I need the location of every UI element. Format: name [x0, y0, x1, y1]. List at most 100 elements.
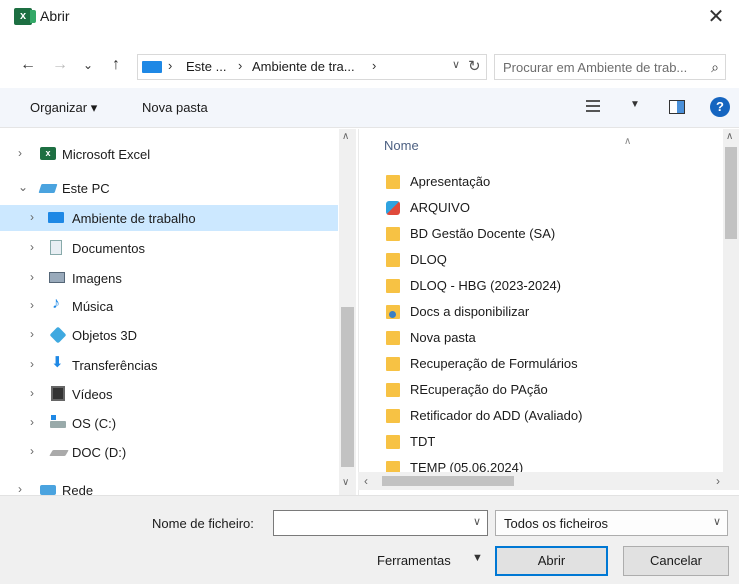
list-item[interactable]: Recuperação de Formulários — [359, 351, 724, 377]
breadcrumb-este-pc[interactable]: Este ... — [186, 59, 226, 74]
scrollbar-thumb[interactable] — [725, 147, 737, 239]
list-item[interactable]: Nova pasta — [359, 325, 724, 351]
address-bar[interactable]: › Este ... › Ambiente de tra... › ∨ ↻ — [137, 54, 487, 80]
chevron-right-icon[interactable]: › — [30, 298, 34, 312]
filename-input[interactable]: ∨ — [273, 510, 488, 536]
chevron-down-icon[interactable]: ∨ — [452, 58, 460, 71]
tree-item-musica[interactable]: › ♪ Música — [0, 293, 338, 319]
new-folder-button[interactable]: Nova pasta — [142, 100, 208, 115]
file-list-horizontal-scrollbar[interactable]: ‹ › — [358, 472, 739, 490]
folder-icon — [386, 435, 400, 449]
scroll-down-icon[interactable]: ∨ — [342, 477, 349, 488]
tree-item-videos[interactable]: › Vídeos — [0, 381, 338, 407]
column-header-label: Nome — [384, 138, 419, 153]
caret-down-icon[interactable]: ▼ — [630, 99, 640, 110]
tree-item-doc-d[interactable]: › DOC (D:) — [0, 439, 338, 465]
help-icon[interactable]: ? — [710, 97, 730, 117]
tree-item-ambiente-de-trabalho[interactable]: › Ambiente de trabalho — [0, 205, 338, 231]
breadcrumb-ambiente[interactable]: Ambiente de tra... — [252, 59, 355, 74]
chevron-right-icon[interactable]: › — [30, 444, 34, 458]
file-list-vertical-scrollbar[interactable]: ∧ — [723, 129, 739, 472]
tools-button[interactable]: Ferramentas — [377, 553, 451, 568]
tree-item-label: Rede — [62, 483, 94, 495]
network-icon — [40, 485, 56, 495]
list-item[interactable]: DLOQ - HBG (2023-2024) — [359, 273, 724, 299]
close-button[interactable]: ✕ — [693, 0, 739, 34]
pc-icon — [142, 61, 162, 73]
list-item[interactable]: Docs a disponibilizar — [359, 299, 724, 325]
file-name: DLOQ - HBG (2023-2024) — [410, 278, 562, 293]
chevron-right-icon[interactable]: › — [30, 240, 34, 254]
search-icon[interactable]: ⌕ — [711, 59, 719, 76]
chevron-right-icon[interactable]: › — [30, 327, 34, 341]
file-type-select[interactable]: Todos os ficheiros ∨ — [495, 510, 728, 536]
chevron-down-icon[interactable]: ⌄ — [18, 180, 28, 194]
tree-item-objetos-3d[interactable]: › Objetos 3D — [0, 322, 338, 348]
file-name: ARQUIVO — [410, 200, 470, 215]
file-type-value: Todos os ficheiros — [504, 516, 609, 531]
scroll-up-icon[interactable]: ∧ — [342, 131, 349, 142]
list-item[interactable]: TDT — [359, 429, 724, 455]
download-icon: ⬇ — [51, 354, 64, 371]
view-options-icon[interactable] — [586, 100, 600, 112]
folder-icon — [386, 175, 400, 189]
search-input[interactable]: Procurar em Ambiente de trab... ⌕ — [494, 54, 726, 80]
scroll-up-icon[interactable]: ∧ — [726, 131, 733, 142]
file-name: REcuperação do PAção — [410, 382, 548, 397]
scrollbar-thumb[interactable] — [341, 307, 354, 467]
open-button[interactable]: Abrir — [495, 546, 608, 576]
tree-item-documentos[interactable]: › Documentos — [0, 235, 338, 261]
breadcrumb-separator: › — [238, 58, 243, 73]
tree-item-microsoft-excel[interactable]: › x Microsoft Excel — [0, 141, 338, 167]
tree-item-label: Este PC — [62, 181, 110, 196]
list-item[interactable]: ARQUIVO — [359, 195, 724, 221]
objects-3d-icon — [49, 326, 67, 344]
window-title: Abrir — [40, 8, 70, 24]
list-item[interactable]: Retificador do ADD (Avaliado) — [359, 403, 724, 429]
up-button[interactable]: ↑ — [106, 54, 126, 76]
chevron-right-icon[interactable]: › — [30, 210, 34, 224]
tree-item-rede[interactable]: › Rede — [0, 477, 338, 495]
column-header-name[interactable]: Nome ∧ — [384, 136, 631, 153]
tree-item-os-c[interactable]: › OS (C:) — [0, 410, 338, 436]
file-name: Recuperação de Formulários — [410, 356, 578, 371]
tree-item-label: DOC (D:) — [72, 445, 127, 460]
organize-button[interactable]: Organizar ▾ — [30, 100, 97, 116]
excel-app-icon: x — [14, 8, 36, 25]
images-icon — [49, 272, 65, 283]
chevron-down-icon[interactable]: ∨ — [473, 515, 481, 528]
preview-pane-icon[interactable] — [669, 100, 685, 114]
shared-folder-icon — [386, 305, 400, 319]
list-item[interactable]: Apresentação — [359, 169, 724, 195]
back-button[interactable]: ← — [18, 54, 38, 76]
drive-icon — [49, 450, 69, 456]
forward-button[interactable]: → — [50, 54, 70, 76]
navigation-scrollbar[interactable]: ∧ ∨ — [339, 129, 356, 495]
list-item[interactable]: BD Gestão Docente (SA) — [359, 221, 724, 247]
file-name: Docs a disponibilizar — [410, 304, 530, 319]
chevron-right-icon[interactable]: › — [30, 270, 34, 284]
chevron-right-icon[interactable]: › — [18, 146, 22, 160]
chevron-down-icon[interactable]: ∨ — [713, 515, 721, 528]
chevron-right-icon[interactable]: › — [18, 482, 22, 495]
list-item[interactable]: REcuperação do PAção — [359, 377, 724, 403]
cancel-button[interactable]: Cancelar — [623, 546, 729, 576]
file-name: DLOQ — [410, 252, 447, 267]
tree-item-label: Música — [72, 299, 114, 314]
scroll-left-icon[interactable]: ‹ — [364, 474, 368, 488]
list-item[interactable]: DLOQ — [359, 247, 724, 273]
chevron-right-icon[interactable]: › — [30, 415, 34, 429]
scroll-right-icon[interactable]: › — [716, 474, 720, 488]
chevron-right-icon[interactable]: › — [30, 386, 34, 400]
chevron-right-icon[interactable]: › — [30, 357, 34, 371]
tree-item-label: Documentos — [72, 241, 145, 256]
caret-down-icon[interactable]: ▼ — [472, 552, 483, 564]
recent-locations-button[interactable]: ⌄ — [78, 54, 98, 76]
refresh-icon[interactable]: ↻ — [468, 57, 481, 75]
tree-item-label: Vídeos — [72, 387, 113, 402]
tree-item-este-pc[interactable]: ⌄ Este PC — [0, 175, 338, 201]
scrollbar-thumb[interactable] — [382, 476, 514, 486]
tree-item-transferencias[interactable]: › ⬇ Transferências — [0, 352, 338, 378]
folder-icon — [386, 279, 400, 293]
tree-item-imagens[interactable]: › Imagens — [0, 265, 338, 291]
